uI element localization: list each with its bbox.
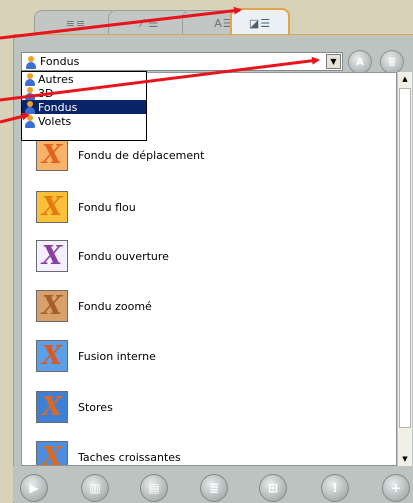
list-item[interactable]: X Taches croissantes — [36, 441, 181, 466]
film-icon: ▥ — [89, 481, 101, 495]
effect-label: Fusion interne — [78, 349, 156, 363]
alert-button[interactable]: ! — [321, 474, 349, 502]
dropdown-option-label: 3D — [38, 86, 54, 100]
page-icon: ▤ — [148, 481, 160, 495]
play-icon: ▶ — [29, 481, 39, 495]
play-button[interactable]: ▶ — [20, 474, 48, 502]
tab-transitions[interactable]: ◪☰ — [230, 8, 290, 37]
effect-thumbnail: X — [36, 290, 68, 322]
dropdown-option-label: Fondus — [38, 100, 78, 114]
effect-label: Fondu ouverture — [78, 249, 169, 263]
add-icon: + — [390, 481, 402, 495]
person-icon — [24, 87, 35, 100]
effect-icon: X — [41, 140, 63, 170]
person-icon — [24, 73, 35, 86]
grid-icon: ⊞ — [267, 481, 279, 495]
tab-animation-glyph: ⁄ ☰ — [140, 16, 160, 30]
tab-animation[interactable]: ⁄ ☰ — [108, 10, 192, 35]
page-button[interactable]: ▤ — [140, 474, 168, 502]
list-icon-button[interactable]: ≣ — [380, 50, 404, 74]
add-button[interactable]: + — [382, 474, 410, 502]
tab-layout[interactable]: ≡≡ — [34, 10, 118, 35]
person-icon — [24, 101, 35, 114]
effect-label: Fondu de déplacement — [78, 148, 205, 162]
document-button[interactable]: ≣ — [200, 474, 228, 502]
dropdown-option-3d[interactable]: 3D — [22, 86, 146, 100]
dropdown-option-volets[interactable]: Volets — [22, 114, 146, 128]
alert-icon: ! — [332, 481, 338, 495]
person-icon — [24, 115, 35, 128]
effect-icon: X — [41, 192, 63, 222]
effect-icon: X — [41, 442, 63, 466]
film-button[interactable]: ▥ — [81, 474, 109, 502]
effect-thumbnail: X — [36, 441, 68, 466]
effect-label: Fondu flou — [78, 200, 136, 214]
list-item[interactable]: X Stores — [36, 391, 113, 423]
effect-thumbnail: X — [36, 240, 68, 272]
effect-thumbnail: X — [36, 340, 68, 372]
chevron-down-icon: ▼ — [330, 57, 337, 66]
a-icon-button[interactable]: A — [348, 50, 372, 74]
dropdown-option-label: Volets — [38, 114, 72, 128]
list-item[interactable]: X Fondu de déplacement — [36, 139, 204, 171]
effect-label: Stores — [78, 400, 113, 414]
effect-icon: X — [41, 291, 63, 321]
grid-button[interactable]: ⊞ — [259, 474, 287, 502]
a-icon: A — [356, 56, 364, 68]
effect-thumbnail: X — [36, 391, 68, 423]
list-item[interactable]: X Fondu zoomé — [36, 290, 152, 322]
document-icon: ≣ — [208, 481, 220, 495]
dropdown-arrow-button[interactable]: ▼ — [326, 54, 341, 69]
category-select-value: Fondus — [40, 55, 80, 68]
list-item[interactable]: X Fondu flou — [36, 191, 136, 223]
effect-label: Taches croissantes — [78, 450, 181, 464]
list-icon: ≣ — [387, 56, 397, 68]
effect-icon: X — [41, 341, 63, 371]
scroll-up-icon[interactable]: ▲ — [399, 72, 411, 86]
list-item[interactable]: X Fondu ouverture — [36, 240, 169, 272]
dropdown-option-label: Autres — [38, 72, 74, 86]
effect-label: Fondu zoomé — [78, 299, 152, 313]
dropdown-option-autres[interactable]: Autres — [22, 72, 146, 86]
category-select[interactable]: Fondus ▼ — [21, 52, 343, 71]
category-dropdown-list: Autres 3D Fondus Volets — [21, 71, 147, 141]
effect-thumbnail: X — [36, 191, 68, 223]
person-icon — [25, 56, 36, 69]
effect-icon: X — [41, 392, 63, 422]
list-scrollbar[interactable]: ▲ ▼ — [397, 72, 412, 466]
tab-transitions-glyph: ◪☰ — [248, 17, 272, 30]
scrollbar-thumb[interactable] — [399, 88, 411, 428]
scroll-down-icon[interactable]: ▼ — [399, 452, 411, 466]
dropdown-option-fondus[interactable]: Fondus — [22, 100, 146, 114]
effect-thumbnail: X — [36, 139, 68, 171]
effect-icon: X — [41, 241, 63, 271]
tab-layout-glyph: ≡≡ — [65, 16, 87, 30]
list-item[interactable]: X Fusion interne — [36, 340, 156, 372]
